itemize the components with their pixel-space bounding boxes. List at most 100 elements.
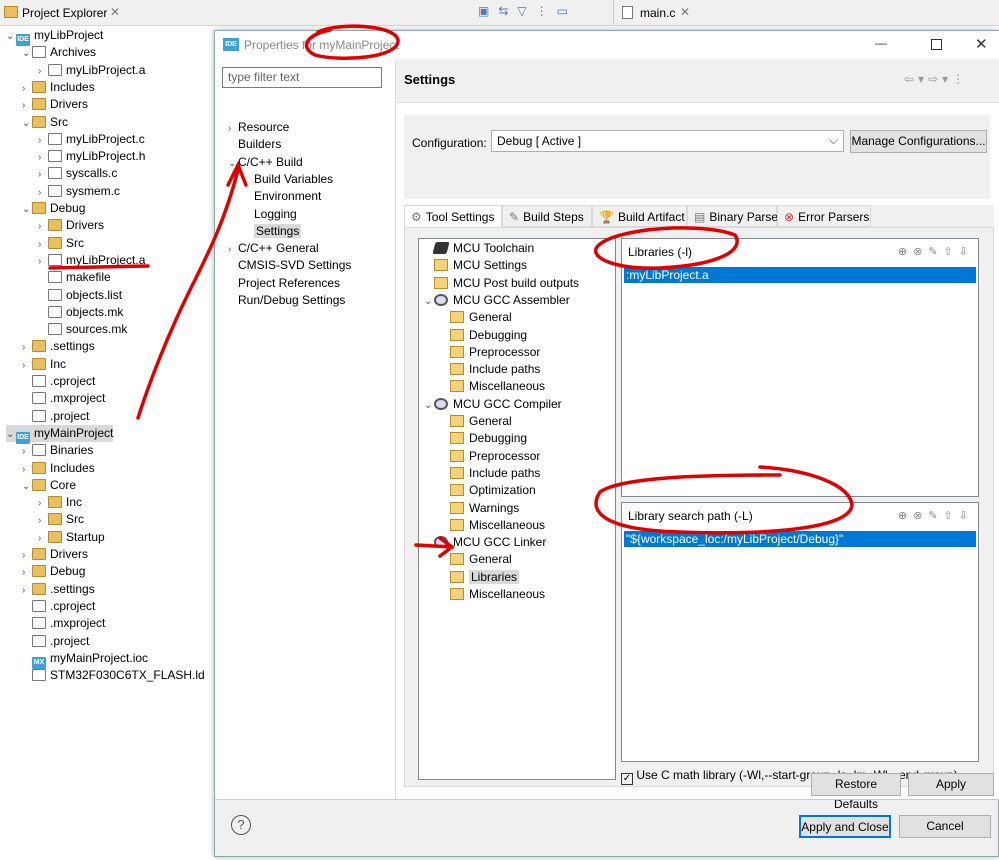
tree-item[interactable]: › Src [38, 235, 84, 252]
tree-item[interactable]: › Startup [38, 529, 105, 546]
chevron-right-icon[interactable]: › [22, 357, 32, 374]
chevron-right-icon[interactable]: › [38, 132, 48, 149]
nav-item[interactable]: CMSIS-SVD Settings [228, 257, 351, 274]
tool-tree-item[interactable]: Preprocessor [440, 344, 540, 361]
tool-tree-item[interactable]: Debugging [440, 327, 527, 344]
tree-item[interactable]: › .settings [22, 581, 95, 598]
tool-tree-item[interactable]: Include paths [440, 361, 540, 378]
tree-item[interactable]: .cproject [22, 598, 95, 615]
nav-item[interactable]: Run/Debug Settings [228, 292, 345, 309]
tool-tree-item[interactable]: Miscellaneous [440, 517, 545, 534]
tree-item[interactable]: .mxproject [22, 615, 105, 632]
tree-item[interactable]: › Includes [22, 460, 95, 477]
tab-error-parsers[interactable]: ⊗ Error Parsers [777, 205, 871, 227]
chevron-right-icon[interactable]: › [22, 80, 32, 97]
nav-item[interactable]: Builders [228, 136, 281, 153]
chevron-down-icon[interactable]: ⌄ [22, 115, 32, 132]
chevron-right-icon[interactable]: › [22, 582, 32, 599]
tree-item[interactable]: › Drivers [22, 546, 88, 563]
chevron-down-icon[interactable]: ⌄ [424, 293, 434, 310]
tree-item[interactable]: › Debug [22, 563, 85, 580]
chevron-right-icon[interactable]: › [38, 149, 48, 166]
chevron-right-icon[interactable]: › [38, 166, 48, 183]
libraries-list[interactable]: Libraries (-l) ⊕⊗✎⇧⇩ :myLibProject.a [621, 238, 979, 497]
chevron-right-icon[interactable]: › [228, 241, 238, 258]
chevron-right-icon[interactable]: › [38, 63, 48, 80]
tree-item[interactable]: › Inc [38, 494, 82, 511]
chevron-down-icon[interactable]: ⌄ [424, 535, 434, 552]
filter-input[interactable]: type filter text [222, 67, 382, 88]
tool-tree-item[interactable]: MCU Toolchain [424, 240, 534, 257]
close-icon[interactable]: ✕ [110, 5, 120, 19]
apply-and-close-button[interactable]: Apply and Close [799, 815, 891, 838]
search-path-item[interactable]: "${workspace_loc:/myLibProject/Debug}" [624, 531, 976, 547]
list-toolbar-icons[interactable]: ⊕⊗✎⇧⇩ [898, 509, 974, 522]
configuration-select[interactable]: Debug [ Active ] ⌵ [491, 130, 844, 152]
library-search-path-list[interactable]: Library search path (-L) ⊕⊗✎⇧⇩ "${worksp… [621, 502, 979, 762]
maximize-button[interactable] [931, 39, 942, 50]
tree-item[interactable]: ⌄ Archives [22, 44, 96, 61]
checkbox-icon[interactable]: ✓ [621, 773, 633, 785]
manage-configurations-button[interactable]: Manage Configurations... [850, 130, 987, 153]
tree-item[interactable]: › myLibProject.c [38, 131, 145, 148]
nav-item[interactable]: Project References [228, 275, 340, 292]
tree-item[interactable]: › Drivers [38, 217, 104, 234]
tool-tree-item[interactable]: General [440, 413, 512, 430]
tool-tree-item[interactable]: Optimization [440, 482, 536, 499]
chevron-right-icon[interactable]: › [22, 564, 32, 581]
tree-item[interactable]: › .settings [22, 338, 95, 355]
tree-item[interactable]: ⌄ Src [22, 114, 68, 131]
tree-item[interactable]: › Drivers [22, 96, 88, 113]
tree-item[interactable]: .project [22, 408, 89, 425]
editor-tab-main-c[interactable]: main.c [640, 6, 675, 20]
tree-item[interactable]: ⌄ IDE myLibProject [6, 27, 103, 46]
tool-tree-item[interactable]: MCU Settings [424, 257, 527, 274]
tool-tree-item[interactable]: ⌄ MCU GCC Linker [424, 534, 546, 551]
chevron-right-icon[interactable]: › [22, 547, 32, 564]
tree-item[interactable]: › sysmem.c [38, 183, 120, 200]
nav-item[interactable]: Build Variables [244, 171, 333, 188]
chevron-down-icon[interactable]: ⌄ [22, 45, 32, 62]
chevron-down-icon[interactable]: ⌄ [228, 155, 238, 172]
tree-item[interactable]: STM32F030C6TX_FLASH.ld [22, 667, 205, 684]
tool-tree-item[interactable]: Miscellaneous [440, 378, 545, 395]
chevron-right-icon[interactable]: › [38, 530, 48, 547]
tab-binary-parsers[interactable]: ▤ Binary Parsers [687, 205, 788, 227]
tree-item[interactable]: › Src [38, 511, 84, 528]
tree-item[interactable]: ⌄ IDE myMainProject [6, 424, 114, 444]
tool-tree-item[interactable]: Debugging [440, 430, 527, 447]
tab-build-artifact[interactable]: 🏆 Build Artifact [592, 205, 687, 227]
tree-item[interactable]: › Inc [22, 356, 66, 373]
tool-tree-item[interactable]: Warnings [440, 500, 519, 517]
apply-button[interactable]: Apply [908, 773, 994, 796]
chevron-down-icon[interactable]: ⌄ [424, 397, 434, 414]
nav-item[interactable]: › Resource [228, 119, 289, 136]
chevron-right-icon[interactable]: › [22, 339, 32, 356]
tool-tree-item[interactable]: Preprocessor [440, 448, 540, 465]
library-item[interactable]: :myLibProject.a [624, 267, 976, 283]
tool-tree-item[interactable]: Miscellaneous [440, 586, 545, 603]
nav-item[interactable]: Logging [244, 206, 297, 223]
chevron-right-icon[interactable]: › [38, 512, 48, 529]
tool-tree-item[interactable]: Include paths [440, 465, 540, 482]
tree-item[interactable]: › Binaries [22, 442, 93, 459]
chevron-right-icon[interactable]: › [22, 97, 32, 114]
tool-tree-item[interactable]: MCU Post build outputs [424, 275, 579, 292]
chevron-right-icon[interactable]: › [38, 218, 48, 235]
tree-item[interactable]: .project [22, 633, 89, 650]
tool-tree-item[interactable]: General [440, 309, 512, 326]
tree-item[interactable]: › myLibProject.h [38, 148, 145, 165]
tree-item[interactable]: objects.list [38, 287, 122, 304]
tab-tool-settings[interactable]: ⚙ Tool Settings [404, 205, 502, 227]
tree-item[interactable]: makefile [38, 269, 111, 286]
nav-item[interactable]: › C/C++ General [228, 240, 319, 257]
chevron-down-icon[interactable]: ⌄ [6, 28, 16, 45]
list-toolbar-icons[interactable]: ⊕⊗✎⇧⇩ [898, 245, 974, 258]
tree-item[interactable]: › myLibProject.a [38, 252, 145, 269]
back-forward-icons[interactable]: ⇦▾⇨▾⋮ [904, 72, 968, 86]
tree-item[interactable]: ⌄ Debug [22, 200, 85, 217]
tree-item[interactable]: MX myMainProject.ioc [22, 650, 148, 669]
nav-item[interactable]: ⌄ C/C++ Build [228, 154, 303, 171]
nav-item[interactable]: Settings [244, 223, 302, 240]
tree-item[interactable]: › Includes [22, 79, 95, 96]
